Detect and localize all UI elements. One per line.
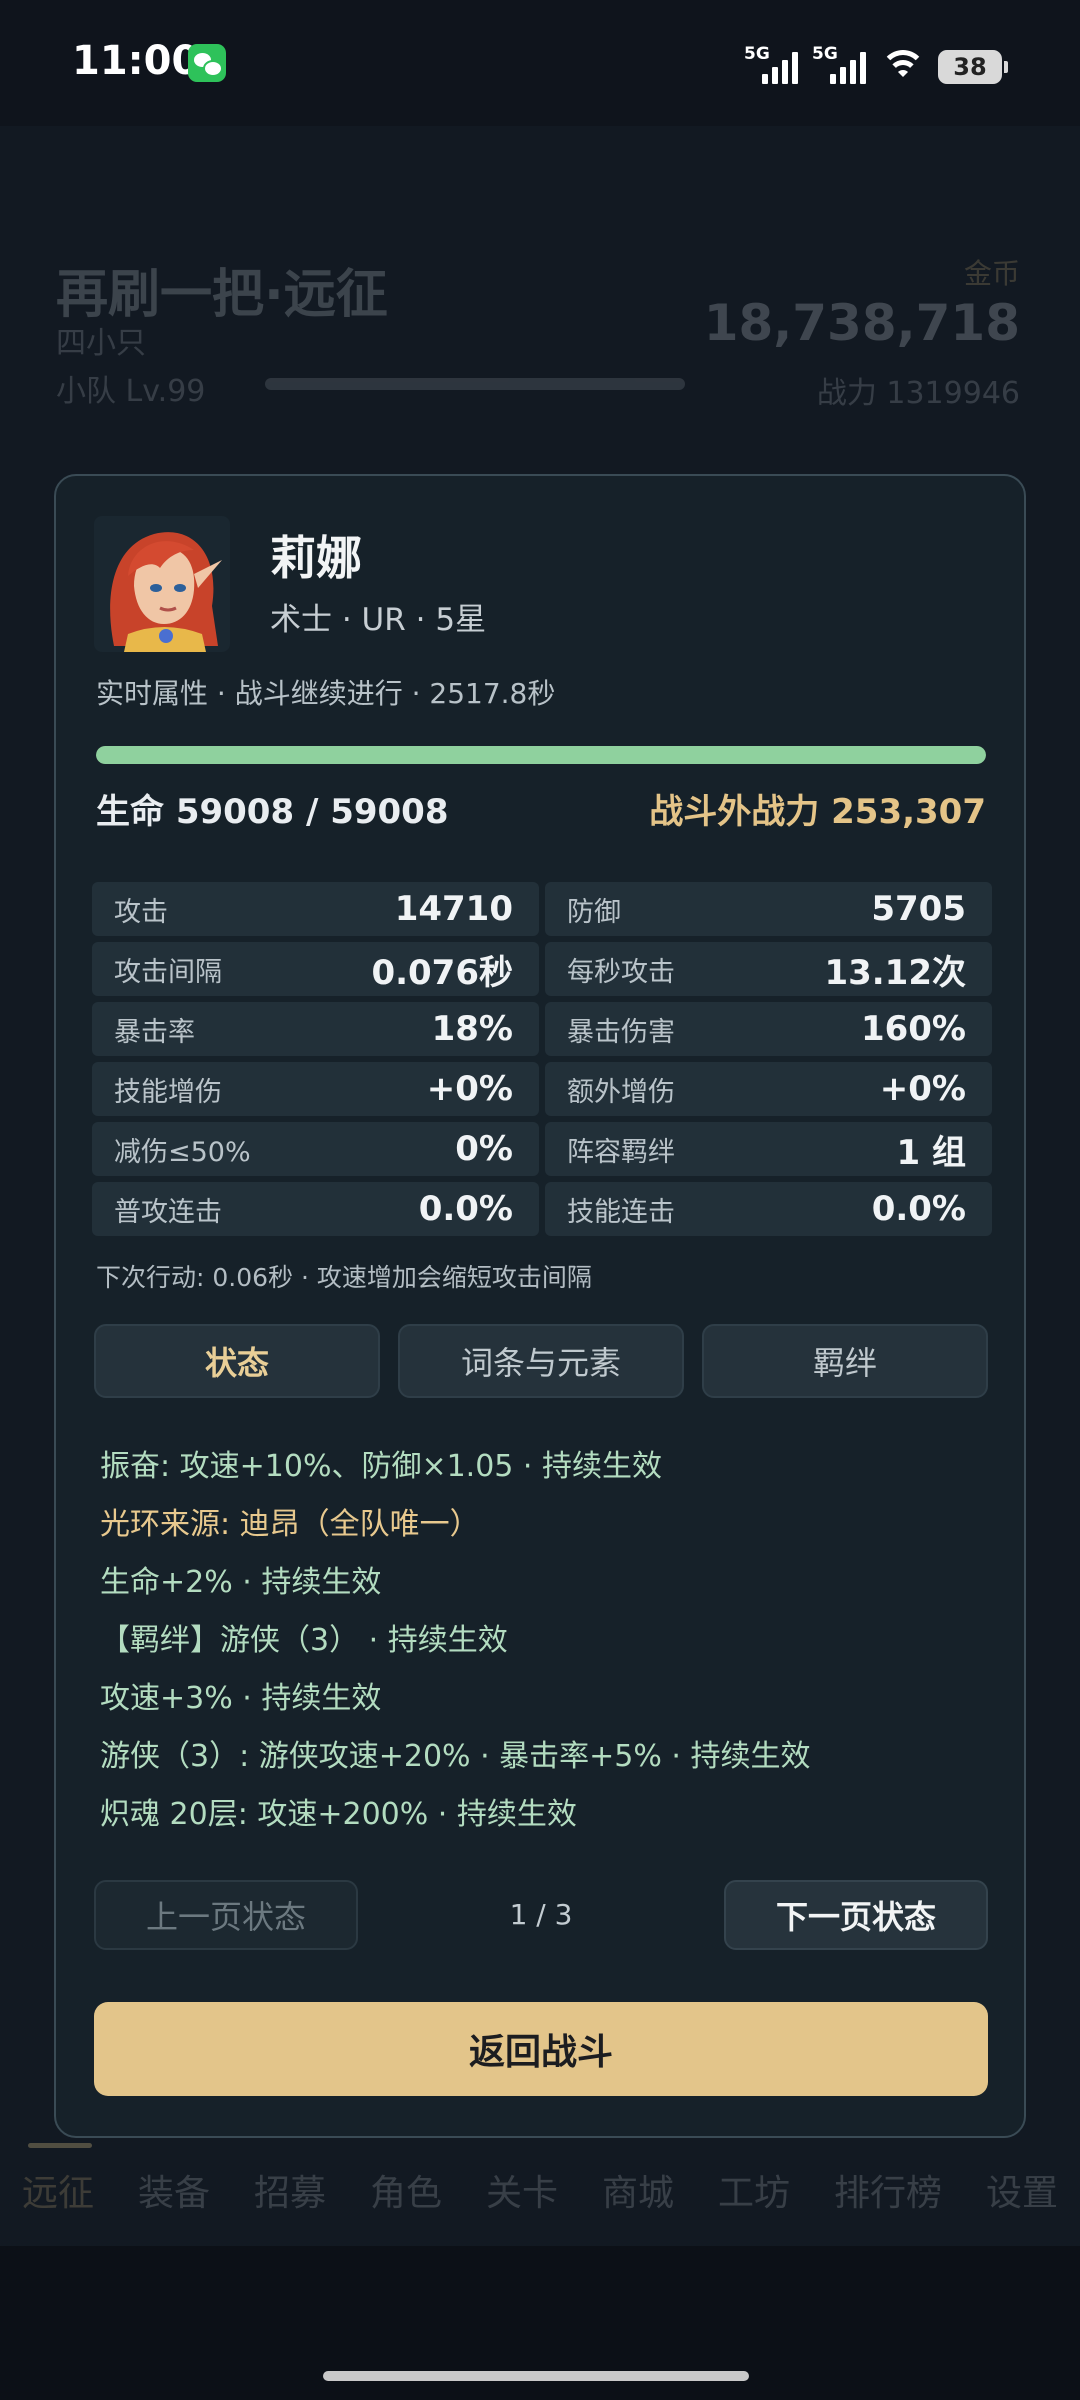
hp-text: 生命 59008 / 59008	[96, 792, 449, 832]
stat-extra-damage: 额外增伤 +0%	[545, 1062, 992, 1116]
stat-skill-combo: 技能连击 0.0%	[545, 1182, 992, 1236]
status-bar: 11:00 5G 5G 38	[0, 0, 1080, 126]
nav-item-workshop[interactable]: 工坊	[718, 2164, 790, 2216]
detail-tabs: 状态 词条与元素 羁绊	[94, 1324, 988, 1398]
status-icons: 5G 5G 38	[744, 40, 1008, 84]
character-meta: 术士 · UR · 5星	[270, 602, 487, 638]
outside-combat-power: 战斗外战力 253,307	[649, 792, 986, 832]
cellular-signal-icon: 5G	[744, 44, 800, 84]
status-effect: 炽魂 20层: 攻速+200% · 持续生效	[100, 1797, 577, 1832]
status-pager: 上一页状态 1 / 3 下一页状态	[94, 1880, 988, 1950]
stats-row: 技能增伤 +0% 额外增伤 +0%	[92, 1062, 992, 1116]
team-exp-bar	[265, 378, 685, 390]
character-name: 莉娜	[270, 531, 362, 585]
team-level: 小队 Lv.99	[56, 374, 206, 409]
hp-bar-fill	[96, 746, 986, 764]
status-effect: 游侠（3）: 游侠攻速+20% · 暴击率+5% · 持续生效	[100, 1739, 811, 1774]
stats-row: 减伤≤50% 0% 阵容羁绊 1 组	[92, 1122, 992, 1176]
nav-item-expedition[interactable]: 远征	[22, 2164, 94, 2216]
character-avatar	[94, 516, 230, 652]
battery-icon: 38	[938, 50, 1008, 84]
nav-item-stages[interactable]: 关卡	[486, 2164, 558, 2216]
stat-basic-combo: 普攻连击 0.0%	[92, 1182, 539, 1236]
wifi-icon	[880, 48, 926, 84]
next-action-hint: 下次行动: 0.06秒 · 攻速增加会缩短攻击间隔	[96, 1263, 592, 1292]
game-title: 再刷一把·远征	[56, 265, 388, 325]
cellular-signal-icon: 5G	[812, 44, 868, 84]
nav-item-recruit[interactable]: 招募	[254, 2164, 326, 2216]
nav-item-equipment[interactable]: 装备	[138, 2164, 210, 2216]
tab-affixes-elements[interactable]: 词条与元素	[398, 1324, 684, 1398]
return-to-battle-button[interactable]: 返回战斗	[94, 2002, 988, 2096]
nav-item-leaderboard[interactable]: 排行榜	[834, 2164, 942, 2216]
clock: 11:00	[72, 38, 200, 84]
stats-row: 攻击间隔 0.076秒 每秒攻击 13.12次	[92, 942, 992, 996]
status-effect: 攻速+3% · 持续生效	[100, 1681, 382, 1716]
home-indicator[interactable]	[323, 2371, 749, 2381]
stats-grid: 攻击 14710 防御 5705 攻击间隔 0.076秒 每秒攻击 13.12次 暴击率…	[92, 882, 992, 1242]
tab-bonds[interactable]: 羁绊	[702, 1324, 988, 1398]
nav-item-shop[interactable]: 商城	[602, 2164, 674, 2216]
next-page-button[interactable]: 下一页状态	[724, 1880, 988, 1950]
status-effect: 【羁绊】游侠（3） · 持续生效	[100, 1623, 508, 1658]
stats-row: 暴击率 18% 暴击伤害 160%	[92, 1002, 992, 1056]
coin-label: 金币	[963, 257, 1020, 290]
stat-team-bond: 阵容羁绊 1 组	[545, 1122, 992, 1176]
stat-attacks-per-second: 每秒攻击 13.12次	[545, 942, 992, 996]
nav-item-characters[interactable]: 角色	[370, 2164, 442, 2216]
status-effect: 振奋: 攻速+10%、防御×1.05 · 持续生效	[100, 1449, 663, 1484]
coin-amount: 18,738,718	[703, 294, 1020, 352]
stat-crit-rate: 暴击率 18%	[92, 1002, 539, 1056]
wechat-icon	[188, 44, 226, 82]
character-detail-modal: 莉娜 术士 · UR · 5星 实时属性 · 战斗继续进行 · 2517.8秒 …	[54, 474, 1026, 2138]
team-power: 战力 1319946	[816, 376, 1020, 411]
stats-row: 普攻连击 0.0% 技能连击 0.0%	[92, 1182, 992, 1236]
status-effects-list: 振奋: 攻速+10%、防御×1.05 · 持续生效 光环来源: 迪昂（全队唯一）…	[100, 1438, 990, 1844]
stat-skill-damage: 技能增伤 +0%	[92, 1062, 539, 1116]
status-effect: 生命+2% · 持续生效	[100, 1565, 382, 1600]
status-effect: 光环来源: 迪昂（全队唯一）	[100, 1507, 480, 1542]
tab-status[interactable]: 状态	[94, 1324, 380, 1398]
realtime-status: 实时属性 · 战斗继续进行 · 2517.8秒	[96, 677, 556, 710]
game-header: 再刷一把·远征 四小只 小队 Lv.99 金币 18,738,718 战力 13…	[0, 228, 1080, 428]
stat-attack: 攻击 14710	[92, 882, 539, 936]
hp-bar	[96, 746, 986, 764]
stat-defense: 防御 5705	[545, 882, 992, 936]
stat-attack-interval: 攻击间隔 0.076秒	[92, 942, 539, 996]
stat-crit-damage: 暴击伤害 160%	[545, 1002, 992, 1056]
stat-damage-reduction: 减伤≤50% 0%	[92, 1122, 539, 1176]
nav-item-settings[interactable]: 设置	[986, 2164, 1058, 2216]
stats-row: 攻击 14710 防御 5705	[92, 882, 992, 936]
team-name: 四小只	[56, 326, 146, 361]
bottom-nav: 远征 装备 招募 角色 关卡 商城 工坊 排行榜 设置	[0, 2140, 1080, 2240]
